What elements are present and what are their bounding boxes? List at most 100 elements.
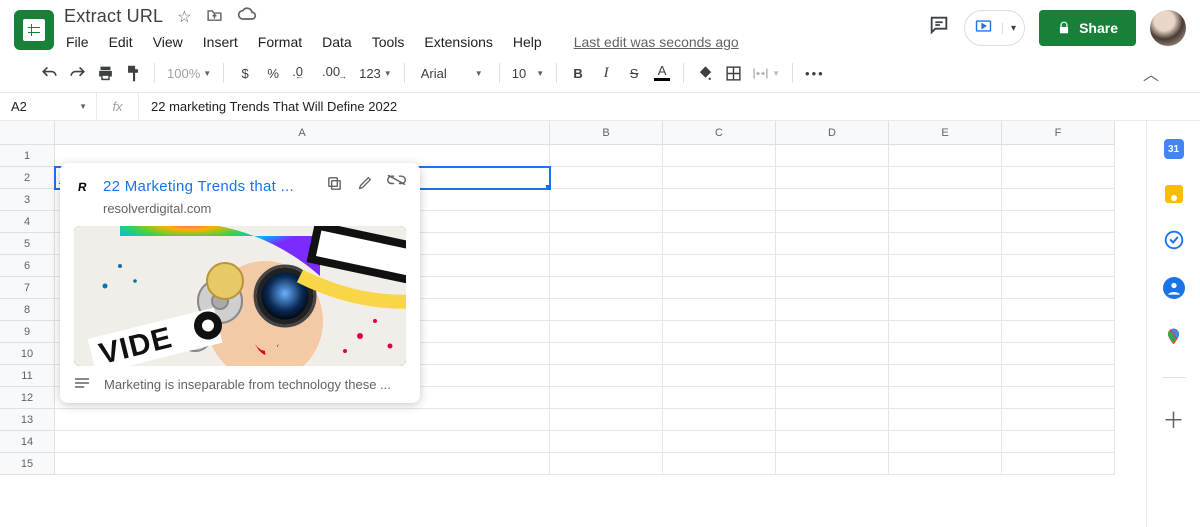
cell[interactable] <box>776 299 889 321</box>
meet-button[interactable]: ▾ <box>964 10 1025 46</box>
row-header[interactable]: 12 <box>0 387 55 409</box>
row-header[interactable]: 11 <box>0 365 55 387</box>
column-header[interactable]: E <box>889 121 1002 145</box>
cell[interactable] <box>776 365 889 387</box>
formula-bar[interactable]: 22 marketing Trends That Will Define 202… <box>139 99 409 114</box>
comments-icon[interactable] <box>928 14 950 42</box>
menu-extensions[interactable]: Extensions <box>416 30 500 54</box>
maps-icon[interactable] <box>1163 325 1185 347</box>
cell[interactable] <box>1002 189 1115 211</box>
format-currency-button[interactable]: $ <box>232 60 258 86</box>
undo-button[interactable] <box>36 60 62 86</box>
cell[interactable] <box>889 299 1002 321</box>
menu-file[interactable]: File <box>58 30 97 54</box>
cell[interactable] <box>550 299 663 321</box>
row-header[interactable]: 13 <box>0 409 55 431</box>
tasks-icon[interactable] <box>1163 229 1185 251</box>
merge-cells-button[interactable]: ▼ <box>748 60 784 86</box>
column-header[interactable]: D <box>776 121 889 145</box>
bold-button[interactable]: B <box>565 60 591 86</box>
cell[interactable] <box>889 453 1002 475</box>
column-header[interactable]: A <box>55 121 550 145</box>
cell[interactable] <box>889 167 1002 189</box>
fill-color-button[interactable] <box>692 60 718 86</box>
cell[interactable] <box>889 409 1002 431</box>
cell[interactable] <box>663 453 776 475</box>
cell[interactable] <box>550 211 663 233</box>
cell[interactable] <box>663 387 776 409</box>
cell[interactable] <box>663 255 776 277</box>
menu-edit[interactable]: Edit <box>101 30 141 54</box>
cell[interactable] <box>663 321 776 343</box>
cell[interactable] <box>550 409 663 431</box>
cell[interactable] <box>1002 233 1115 255</box>
cell[interactable] <box>776 431 889 453</box>
share-button[interactable]: Share <box>1039 10 1136 46</box>
name-box[interactable]: A2▼ <box>0 93 97 120</box>
column-header[interactable]: F <box>1002 121 1115 145</box>
row-header[interactable]: 14 <box>0 431 55 453</box>
menu-data[interactable]: Data <box>314 30 360 54</box>
text-color-button[interactable]: A <box>649 60 675 86</box>
cell[interactable] <box>663 145 776 167</box>
cell[interactable] <box>550 387 663 409</box>
cell[interactable] <box>663 409 776 431</box>
cell[interactable] <box>776 387 889 409</box>
cell[interactable] <box>1002 299 1115 321</box>
font-size-select[interactable]: 10▼ <box>508 60 548 86</box>
meet-dropdown-icon[interactable]: ▾ <box>1002 23 1024 34</box>
link-preview-thumbnail[interactable]: VIDE <box>74 226 406 366</box>
keep-icon[interactable] <box>1165 185 1183 203</box>
cell[interactable] <box>776 453 889 475</box>
cell[interactable] <box>889 431 1002 453</box>
copy-link-icon[interactable] <box>326 175 343 197</box>
cell[interactable] <box>889 233 1002 255</box>
cell[interactable] <box>776 321 889 343</box>
cell[interactable] <box>776 211 889 233</box>
cell[interactable] <box>55 431 550 453</box>
menu-view[interactable]: View <box>145 30 191 54</box>
strikethrough-button[interactable]: S <box>621 60 647 86</box>
cell[interactable] <box>889 255 1002 277</box>
row-header[interactable]: 7 <box>0 277 55 299</box>
cell[interactable] <box>889 145 1002 167</box>
column-header[interactable]: C <box>663 121 776 145</box>
italic-button[interactable]: I <box>593 60 619 86</box>
contacts-icon[interactable] <box>1163 277 1185 299</box>
cell[interactable] <box>550 189 663 211</box>
format-percent-button[interactable]: % <box>260 60 286 86</box>
edit-link-icon[interactable] <box>357 175 373 197</box>
zoom-select[interactable]: 100%▼ <box>163 60 215 86</box>
decrease-decimal-button[interactable]: .0← <box>288 60 316 86</box>
cell[interactable] <box>889 189 1002 211</box>
menu-format[interactable]: Format <box>250 30 310 54</box>
add-on-button[interactable]: ＋ <box>1163 408 1185 430</box>
cloud-status-icon[interactable] <box>237 7 257 26</box>
sheets-logo[interactable] <box>14 10 54 50</box>
last-edit-link[interactable]: Last edit was seconds ago <box>566 30 747 54</box>
cell[interactable] <box>663 233 776 255</box>
cell[interactable] <box>663 167 776 189</box>
cell[interactable] <box>889 365 1002 387</box>
cell[interactable] <box>889 321 1002 343</box>
cell[interactable] <box>889 211 1002 233</box>
cell[interactable] <box>663 431 776 453</box>
cell[interactable] <box>1002 409 1115 431</box>
increase-decimal-button[interactable]: .00→ <box>318 60 353 86</box>
row-header[interactable]: 2 <box>0 167 55 189</box>
star-icon[interactable]: ☆ <box>177 7 191 27</box>
cell[interactable] <box>889 387 1002 409</box>
cell[interactable] <box>776 343 889 365</box>
cell[interactable] <box>663 343 776 365</box>
cell[interactable] <box>663 189 776 211</box>
cell[interactable] <box>776 255 889 277</box>
move-icon[interactable] <box>206 7 223 26</box>
cell[interactable] <box>776 145 889 167</box>
cell[interactable] <box>776 167 889 189</box>
cell[interactable] <box>663 211 776 233</box>
doc-title[interactable]: Extract URL <box>64 6 163 27</box>
cell[interactable] <box>1002 211 1115 233</box>
more-toolbar-button[interactable]: ••• <box>801 60 829 86</box>
cell[interactable] <box>55 453 550 475</box>
print-button[interactable] <box>92 60 118 86</box>
